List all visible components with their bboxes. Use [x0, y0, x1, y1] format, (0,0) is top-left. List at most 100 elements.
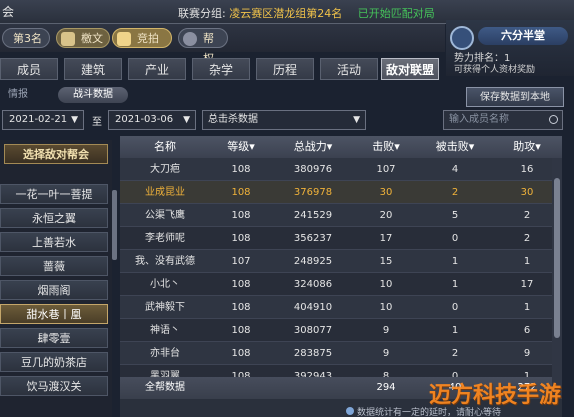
- select-hostile-guild-header: 选择敌对帮会: [4, 144, 108, 164]
- tab-intel[interactable]: 情报: [8, 87, 28, 103]
- tab-activities[interactable]: 活动: [320, 58, 378, 80]
- cell-kills: 20: [379, 210, 393, 221]
- cell-level: 108: [231, 164, 251, 175]
- auction-button[interactable]: 竞拍: [112, 28, 172, 48]
- cell-deaths: 2: [451, 348, 459, 359]
- tab-battle-data[interactable]: 战斗数据: [58, 87, 128, 103]
- data-type-select[interactable]: 总击杀数据 ▼: [202, 110, 366, 130]
- table-scrollbar[interactable]: [552, 158, 562, 398]
- cell-name: 小北丶: [150, 279, 180, 290]
- chevron-down-icon: ▼: [71, 115, 78, 125]
- main-tabs: 成员 建筑 产业 杂学 历程 活动 敌对联盟: [0, 56, 445, 82]
- list-item[interactable]: 上善若水: [0, 232, 108, 252]
- chevron-down-icon: ▼: [183, 115, 190, 125]
- guild-name-banner: 六分半堂: [478, 27, 568, 45]
- proclamation-button[interactable]: 檄文: [56, 28, 110, 48]
- cell-power: 283875: [293, 348, 333, 359]
- table-row[interactable]: 业成昆业 108 376978 30 2 30: [120, 181, 562, 204]
- cell-name: 大刀疤: [150, 164, 180, 175]
- tab-history[interactable]: 历程: [256, 58, 314, 80]
- col-level[interactable]: 等级▾: [210, 136, 272, 158]
- cell-level: 108: [231, 325, 251, 336]
- member-search-input[interactable]: 输入成员名称: [443, 110, 563, 130]
- table-row[interactable]: 公渠飞鹰 108 241529 20 5 2: [120, 204, 562, 227]
- guild-action-row: 第3名 檄文 竞拍 帮权: [0, 24, 445, 65]
- table-row[interactable]: 武神毅下 108 404910 10 0 1: [120, 296, 562, 319]
- cell-name: 亦非台: [150, 348, 180, 359]
- cell-power: 308077: [293, 325, 333, 336]
- list-item[interactable]: 蔷薇: [0, 256, 108, 276]
- gavel-icon: [117, 32, 131, 46]
- cell-deaths: 1: [451, 279, 459, 290]
- cell-kills: 10: [379, 279, 393, 290]
- cell-level: 108: [231, 187, 251, 198]
- total-kills: 294: [376, 382, 396, 393]
- cell-level: 108: [231, 348, 251, 359]
- tab-misc[interactable]: 杂学: [192, 58, 250, 80]
- cell-kills: 17: [379, 233, 393, 244]
- cell-deaths: 0: [451, 302, 459, 313]
- cell-level: 108: [231, 279, 251, 290]
- cell-name: 神语丶: [150, 325, 180, 336]
- site-watermark: 迈方科技手游网: [428, 383, 561, 408]
- col-assists[interactable]: 助攻▾: [492, 136, 562, 158]
- col-name: 名称: [154, 140, 176, 153]
- col-power[interactable]: 总战力▾: [272, 136, 354, 158]
- guild-profile-card: 六分半堂 势力排名：1 可获得个人资材奖励: [446, 20, 574, 76]
- cell-kills: 9: [382, 348, 390, 359]
- tab-industry[interactable]: 产业: [128, 58, 186, 80]
- guild-rights-button[interactable]: 帮权: [178, 28, 228, 65]
- cell-power: 380976: [293, 164, 333, 175]
- guild-rank-badge: 第3名: [2, 28, 50, 48]
- chevron-down-icon: ▼: [353, 115, 360, 125]
- cell-level: 108: [231, 302, 251, 313]
- list-item[interactable]: 豆几的奶茶店: [0, 352, 108, 372]
- col-deaths[interactable]: 被击败▾: [418, 136, 492, 158]
- cell-deaths: 1: [451, 325, 459, 336]
- scrollbar-thumb[interactable]: [554, 178, 560, 338]
- cell-power: 376978: [293, 187, 333, 198]
- info-icon: [346, 407, 354, 415]
- list-item[interactable]: 饮马渡汉关: [0, 376, 108, 396]
- end-date-picker[interactable]: 2021-03-06 ▼: [108, 110, 196, 130]
- guild-list-scrollbar[interactable]: [112, 190, 117, 260]
- search-icon[interactable]: [549, 115, 558, 124]
- table-row[interactable]: 神语丶 108 308077 9 1 6: [120, 319, 562, 342]
- table-row[interactable]: 大刀疤 108 380976 107 4 16: [120, 158, 562, 181]
- list-item[interactable]: 永恒之翼: [0, 208, 108, 228]
- cell-kills: 107: [376, 164, 396, 175]
- cell-level: 108: [231, 210, 251, 221]
- cell-kills: 30: [379, 187, 393, 198]
- cell-deaths: 5: [451, 210, 459, 221]
- scroll-icon: [61, 32, 75, 46]
- list-item-selected[interactable]: 甜水巷丨凰: [0, 304, 108, 324]
- league-group-label: 联赛分组:: [178, 7, 226, 20]
- reward-hint: 可获得个人资材奖励: [454, 65, 536, 75]
- list-item[interactable]: 肆零壹: [0, 328, 108, 348]
- table-header: 名称 等级▾ 总战力▾ 击败▾ 被击败▾ 助攻▾: [120, 136, 562, 158]
- cell-deaths: 0: [451, 233, 459, 244]
- cell-power: 356237: [293, 233, 333, 244]
- cell-deaths: 1: [451, 256, 459, 267]
- cell-deaths: 4: [451, 164, 459, 175]
- filter-bar: 2021-02-21 ▼ 至 2021-03-06 ▼ 总击杀数据 ▼ 输入成员名称: [0, 110, 574, 134]
- tab-members[interactable]: 成员: [0, 58, 58, 80]
- tab-buildings[interactable]: 建筑: [64, 58, 122, 80]
- league-group-value: 凌云赛区潜龙组第24名: [229, 7, 343, 20]
- table-row[interactable]: 亦非台 108 283875 9 2 9: [120, 342, 562, 365]
- list-item[interactable]: 一花一叶一菩提: [0, 184, 108, 204]
- crest-icon: [183, 32, 197, 46]
- col-kills[interactable]: 击败▾: [354, 136, 418, 158]
- table-row[interactable]: 李老师呢 108 356237 17 0 2: [120, 227, 562, 250]
- start-date-picker[interactable]: 2021-02-21 ▼: [2, 110, 84, 130]
- table-row[interactable]: 小北丶 108 324086 10 1 17: [120, 273, 562, 296]
- list-item[interactable]: 烟雨阁: [0, 280, 108, 300]
- cell-name: 业成昆业: [145, 187, 185, 198]
- match-status: 已开始匹配对局: [357, 7, 435, 20]
- cell-deaths: 2: [451, 187, 459, 198]
- table-row[interactable]: 我、没有武德 107 248925 15 1 1: [120, 250, 562, 273]
- guild-emblem-icon: [450, 26, 474, 50]
- cell-name: 李老师呢: [145, 233, 185, 244]
- tab-hostile-alliance[interactable]: 敌对联盟: [381, 58, 439, 80]
- save-data-button[interactable]: 保存数据到本地: [466, 87, 564, 107]
